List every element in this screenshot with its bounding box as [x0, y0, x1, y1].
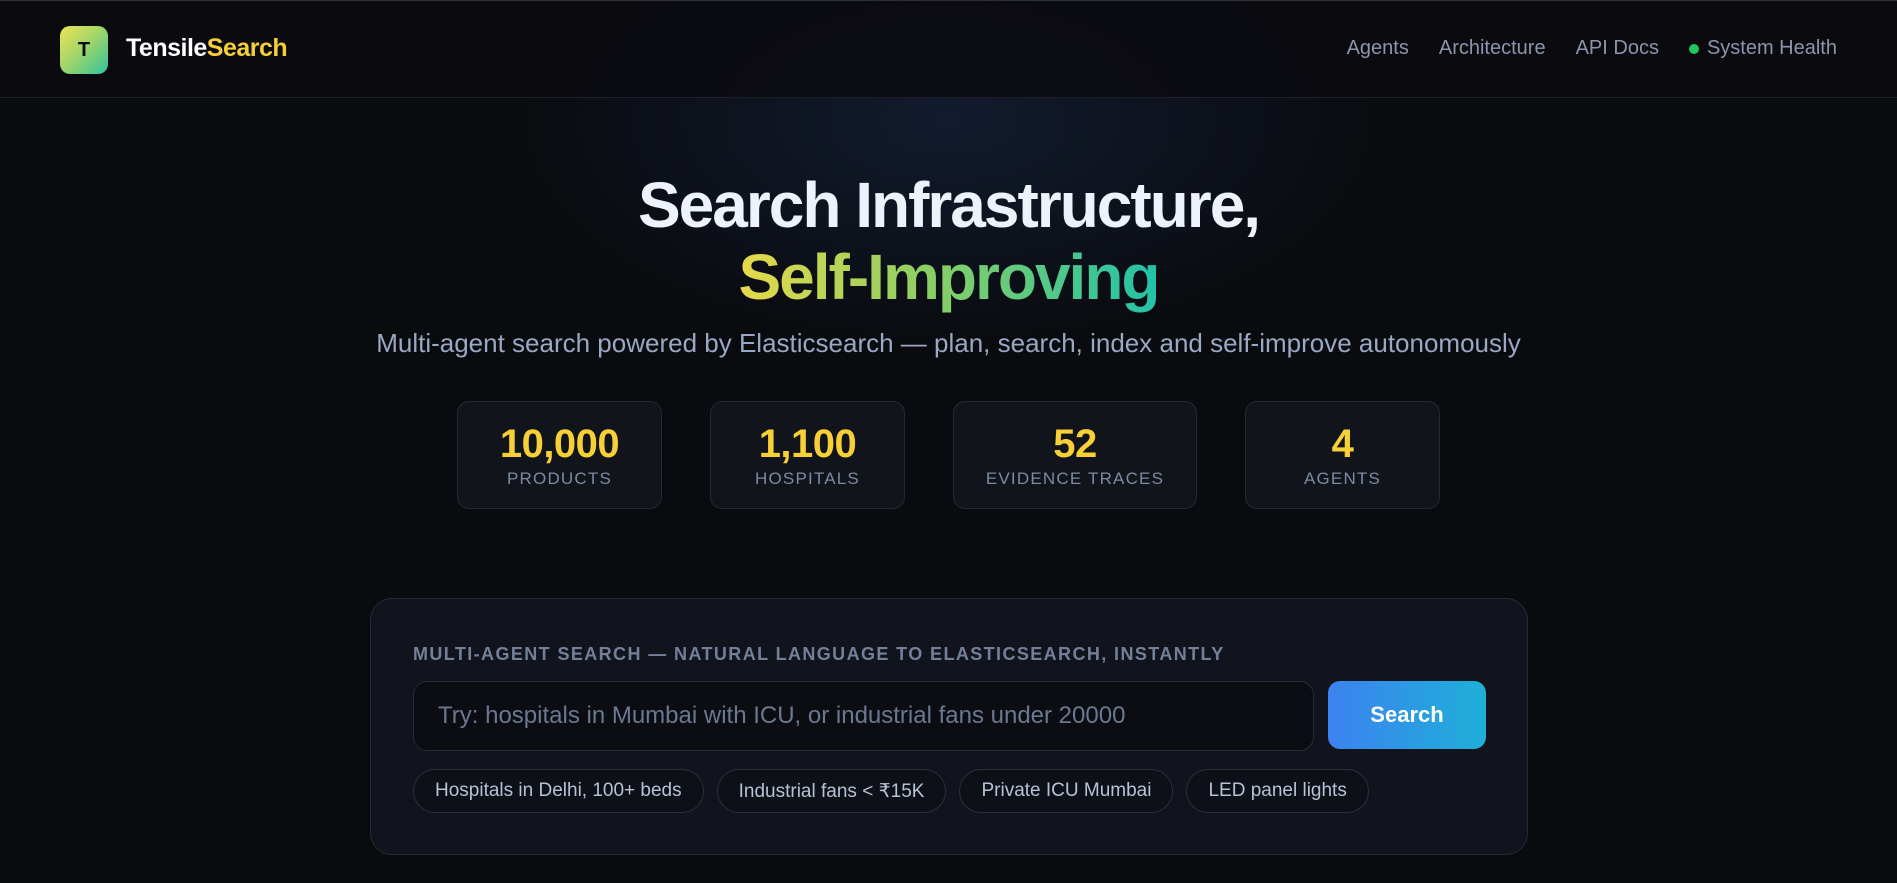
stat-label: HOSPITALS	[755, 469, 860, 488]
suggestion-chips: Hospitals in Delhi, 100+ beds Industrial…	[413, 769, 1369, 813]
search-panel-heading: MULTI-AGENT SEARCH — NATURAL LANGUAGE TO…	[413, 644, 1225, 664]
stat-card-hospitals: 1,100 HOSPITALS	[710, 401, 905, 509]
stat-card-agents: 4 AGENTS	[1245, 401, 1440, 509]
brand-name[interactable]: TensileSearch	[126, 34, 288, 63]
stat-label: PRODUCTS	[507, 469, 612, 488]
top-navbar: T TensileSearch Agents Architecture API …	[0, 0, 1897, 98]
suggestion-chip[interactable]: Industrial fans < ₹15K	[716, 769, 947, 813]
nav-link-system-health[interactable]: System Health	[1688, 37, 1837, 60]
brand-name-part1: Tensile	[126, 34, 207, 62]
stat-value: 52	[1053, 422, 1097, 466]
nav-link-architecture[interactable]: Architecture	[1439, 37, 1546, 60]
status-dot-icon	[1688, 43, 1699, 54]
brand-name-part2: Search	[206, 34, 288, 62]
stat-label: EVIDENCE TRACES	[985, 469, 1165, 488]
hero-title-line1: Search Infrastructure,	[637, 169, 1261, 241]
stat-card-products: 10,000 PRODUCTS	[457, 401, 662, 509]
suggestion-chip[interactable]: Private ICU Mumbai	[959, 769, 1174, 813]
hero-title-line2: Self-Improving	[0, 240, 1897, 314]
stat-value: 1,100	[758, 422, 857, 466]
hero-subtitle: Multi-agent search powered by Elasticsea…	[376, 328, 1521, 358]
nav-links: Agents Architecture API Docs System Heal…	[1347, 37, 1837, 60]
stat-card-evidence-traces: 52 EVIDENCE TRACES	[953, 401, 1197, 509]
stat-value: 10,000	[499, 422, 620, 466]
search-input[interactable]	[413, 681, 1314, 751]
nav-link-api-docs[interactable]: API Docs	[1576, 37, 1659, 60]
stat-value: 4	[1331, 422, 1354, 466]
search-button[interactable]: Search	[1328, 681, 1486, 749]
nav-link-agents[interactable]: Agents	[1347, 37, 1409, 60]
brand-logo-icon[interactable]: T	[60, 26, 108, 74]
hero-title-gradient-text: Self-Improving	[738, 241, 1160, 313]
search-panel: MULTI-AGENT SEARCH — NATURAL LANGUAGE TO…	[370, 598, 1528, 855]
suggestion-chip[interactable]: Hospitals in Delhi, 100+ beds	[413, 769, 704, 813]
suggestion-chip[interactable]: LED panel lights	[1186, 769, 1369, 813]
system-health-label: System Health	[1706, 37, 1837, 59]
stat-label: AGENTS	[1303, 469, 1382, 488]
